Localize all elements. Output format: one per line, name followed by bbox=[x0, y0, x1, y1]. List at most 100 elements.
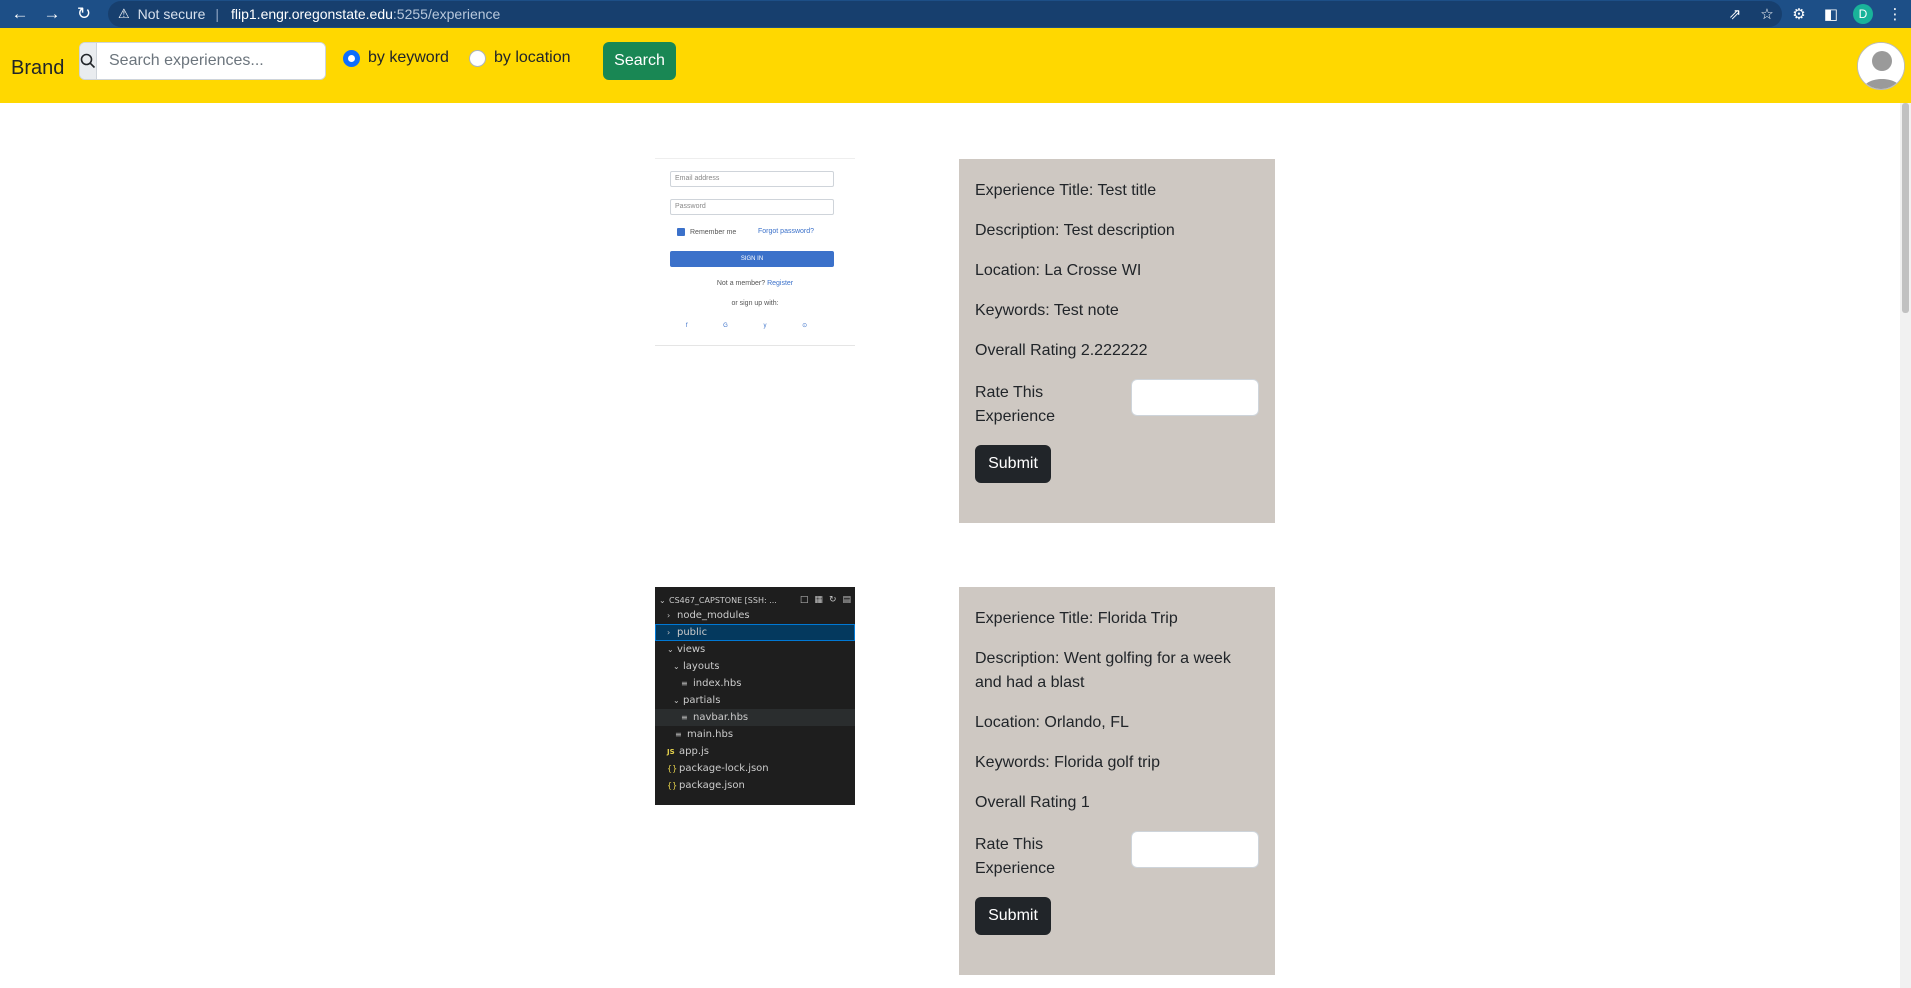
profile-avatar[interactable]: D bbox=[1853, 4, 1873, 24]
new-file-icon: □ bbox=[799, 595, 809, 605]
security-label: Not secure bbox=[137, 6, 206, 22]
chevron-right-icon: › bbox=[667, 611, 671, 620]
warning-icon: ⚠ bbox=[118, 6, 130, 21]
tree-item: ⌄ partials bbox=[655, 692, 855, 709]
password-field: Password bbox=[670, 199, 834, 215]
new-folder-icon: ▦ bbox=[814, 595, 823, 605]
experience-image: ⌄ CS467_CAPSTONE [SSH: ... □ ▦ ↻ ▤ › node… bbox=[655, 587, 855, 805]
refresh-icon: ↻ bbox=[828, 595, 837, 605]
star-icon[interactable]: ☆ bbox=[1751, 5, 1783, 23]
json-file-icon: {} bbox=[667, 764, 678, 773]
experience-card: Experience Title: Test title Description… bbox=[959, 159, 1275, 523]
user-avatar-icon[interactable] bbox=[1857, 42, 1905, 90]
search-icon bbox=[80, 43, 97, 79]
chevron-down-icon: ⌄ bbox=[659, 595, 666, 605]
address-separator: | bbox=[215, 6, 219, 22]
radio-by-location[interactable]: by location bbox=[469, 49, 571, 67]
chevron-right-icon: › bbox=[667, 628, 671, 637]
experience-rating: Overall Rating 1 bbox=[975, 794, 1090, 811]
radio-keyword-label: by keyword bbox=[368, 49, 449, 66]
side-panel-icon[interactable]: ◧ bbox=[1815, 5, 1847, 23]
tree-item: {} package.json bbox=[655, 777, 855, 794]
reload-icon[interactable]: ↻ bbox=[68, 0, 100, 28]
experience-keywords: Keywords: Test note bbox=[975, 302, 1119, 319]
url-path: :5255/experience bbox=[392, 6, 501, 22]
tree-item: › node_modules bbox=[655, 607, 855, 624]
radio-by-keyword[interactable]: by keyword bbox=[343, 49, 449, 67]
tree-item: ≡ index.hbs bbox=[655, 675, 855, 692]
sign-in-button: SIGN IN bbox=[670, 251, 834, 267]
experience-description: Description: Went golfing for a week and… bbox=[975, 650, 1231, 691]
tree-item: ≡ navbar.hbs bbox=[655, 709, 855, 726]
or-sign-up-text: or sign up with: bbox=[731, 300, 779, 307]
experience-location: Location: Orlando, FL bbox=[975, 714, 1129, 731]
not-member-label: Not a member? bbox=[716, 280, 766, 287]
search-group bbox=[79, 42, 326, 80]
experience-title: Experience Title: Test title bbox=[975, 182, 1157, 199]
brand-link[interactable]: Brand bbox=[11, 57, 64, 80]
share-icon[interactable]: ⇗ bbox=[1719, 5, 1751, 23]
email-field: Email address bbox=[670, 171, 834, 187]
login-screenshot: Email address Password Remember me Forgo… bbox=[655, 158, 855, 346]
tree-label: views bbox=[677, 644, 706, 655]
tree-item: ≡ main.hbs bbox=[655, 726, 855, 743]
tree-item-selected: › public bbox=[655, 624, 855, 641]
file-icon: ≡ bbox=[681, 713, 688, 722]
radio-keyword-indicator[interactable] bbox=[343, 49, 360, 67]
tree-label: main.hbs bbox=[687, 729, 734, 740]
chevron-down-icon: ⌄ bbox=[673, 662, 680, 671]
tree-label: partials bbox=[683, 695, 721, 706]
rating-input[interactable] bbox=[1131, 379, 1259, 416]
rate-row: Rate This Experience bbox=[975, 379, 1259, 429]
forward-icon[interactable]: → bbox=[36, 0, 68, 28]
forgot-password-link: Forgot password? bbox=[758, 228, 815, 235]
explorer-header: ⌄ CS467_CAPSTONE [SSH: ... □ ▦ ↻ ▤ bbox=[655, 593, 855, 607]
rating-input[interactable] bbox=[1131, 831, 1259, 868]
menu-kebab-icon[interactable]: ⋮ bbox=[1879, 5, 1911, 23]
extensions-icon[interactable]: ⚙ bbox=[1783, 5, 1815, 23]
radio-location-indicator[interactable] bbox=[469, 49, 486, 67]
radio-location-label: by location bbox=[494, 49, 571, 66]
js-file-icon: JS bbox=[667, 748, 675, 756]
remember-label: Remember me bbox=[690, 228, 737, 236]
collapse-icon: ▤ bbox=[842, 595, 851, 605]
experience-location: Location: La Crosse WI bbox=[975, 262, 1142, 279]
address-bar[interactable]: ⚠ Not secure | flip1.engr.oregonstate.ed… bbox=[108, 1, 1782, 27]
tree-label: package.json bbox=[679, 780, 745, 791]
browser-toolbar: ← → ↻ ⚠ Not secure | flip1.engr.oregonst… bbox=[0, 0, 1911, 28]
remember-me: Remember me bbox=[677, 228, 736, 236]
file-icon: ≡ bbox=[681, 679, 688, 688]
file-explorer-screenshot: ⌄ CS467_CAPSTONE [SSH: ... □ ▦ ↻ ▤ › node… bbox=[655, 587, 855, 805]
submit-button[interactable]: Submit bbox=[975, 445, 1051, 483]
json-file-icon: {} bbox=[667, 781, 678, 790]
tree-label: node_modules bbox=[677, 610, 750, 621]
tree-item: ⌄ views bbox=[655, 641, 855, 658]
back-icon[interactable]: ← bbox=[4, 0, 36, 28]
search-button[interactable]: Search bbox=[603, 42, 676, 80]
rate-label: Rate This Experience bbox=[975, 384, 1056, 425]
tree-label: public bbox=[677, 627, 708, 638]
chevron-down-icon: ⌄ bbox=[673, 696, 680, 705]
scrollbar-thumb[interactable] bbox=[1902, 103, 1909, 313]
tree-item: JS app.js bbox=[655, 743, 855, 760]
chevron-down-icon: ⌄ bbox=[667, 645, 674, 654]
checkbox-icon bbox=[677, 228, 685, 236]
rate-row: Rate This Experience bbox=[975, 831, 1259, 881]
experience-description: Description: Test description bbox=[975, 222, 1175, 239]
explorer-title: CS467_CAPSTONE [SSH: ... bbox=[669, 595, 777, 605]
social-icons: f G y ⊙ bbox=[685, 323, 825, 329]
search-input[interactable] bbox=[97, 43, 325, 79]
rate-label: Rate This Experience bbox=[975, 836, 1056, 877]
url-host: flip1.engr.oregonstate.edu bbox=[231, 6, 393, 22]
site-navbar: Brand by keyword by location Search bbox=[0, 28, 1911, 103]
tree-label: navbar.hbs bbox=[693, 712, 749, 723]
experience-card: Experience Title: Florida Trip Descripti… bbox=[959, 587, 1275, 975]
tree-label: index.hbs bbox=[693, 678, 742, 689]
submit-button[interactable]: Submit bbox=[975, 897, 1051, 935]
experience-rating: Overall Rating 2.222222 bbox=[975, 342, 1148, 359]
experience-keywords: Keywords: Florida golf trip bbox=[975, 754, 1160, 771]
tree-item: {} package-lock.json bbox=[655, 760, 855, 777]
tree-label: layouts bbox=[683, 661, 720, 672]
experience-image: Email address Password Remember me Forgo… bbox=[655, 158, 855, 346]
file-icon: ≡ bbox=[675, 730, 682, 739]
